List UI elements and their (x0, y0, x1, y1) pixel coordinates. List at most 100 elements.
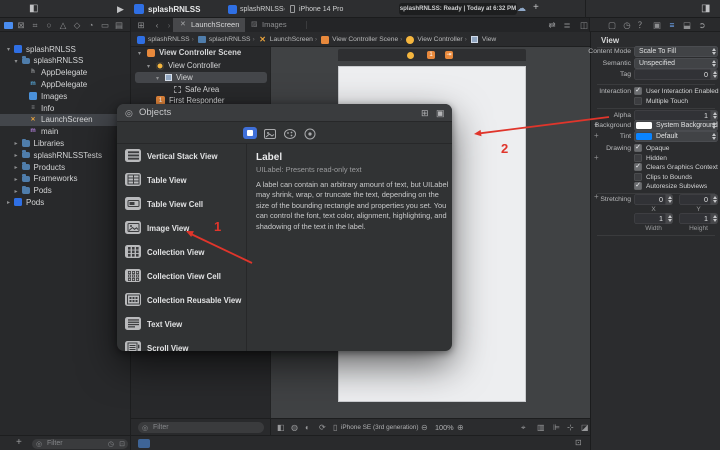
outline-row-view[interactable]: ▾ View (131, 72, 271, 83)
size-inspector-icon[interactable]: ⬓ (681, 18, 693, 32)
hide-inspector-icon[interactable]: ◨ (701, 4, 710, 14)
views-library-tab[interactable] (243, 127, 257, 139)
library-item-vertical-stack-view[interactable]: Vertical Stack View (117, 144, 246, 168)
tab-overview-icon[interactable]: ⊞ (135, 18, 147, 32)
breakpoint-navigator-icon[interactable]: ▭ (99, 18, 111, 32)
constraints-icon[interactable]: ⊹ (567, 419, 574, 436)
tint-select[interactable]: Default (634, 131, 718, 142)
stretch-y-stepper[interactable] (711, 194, 718, 205)
library-item-collection-reusable-view[interactable]: Collection Reusable View (117, 288, 246, 312)
stretch-width-field[interactable]: 1 (634, 213, 666, 224)
scene-exit-icon[interactable]: ⇥ (445, 51, 453, 59)
content-mode-select[interactable]: Scale To Fill (634, 46, 718, 57)
identity-inspector-icon[interactable]: ▣ (651, 18, 663, 32)
library-item-table-view-cell[interactable]: Table View Cell (117, 192, 246, 216)
tag-field[interactable]: 0 (634, 69, 711, 80)
project-navigator-icon[interactable] (4, 22, 13, 29)
zoom-in-icon[interactable]: ⊕ (457, 419, 464, 436)
adjust-icon[interactable]: ◍ (291, 419, 298, 436)
find-navigator-icon[interactable]: ○ (43, 18, 55, 32)
breadcrumb-item[interactable]: splashRNLSS (209, 32, 251, 47)
library-item-table-view[interactable]: Table View (117, 168, 246, 192)
quick-help-inspector-icon[interactable]: ？ (636, 18, 648, 32)
tag-stepper[interactable] (711, 69, 718, 80)
run-destination-selector[interactable]: iPhone 14 Pro (299, 6, 343, 13)
list-view-icon[interactable]: ▣ (436, 104, 445, 122)
stretch-height-stepper[interactable] (711, 213, 718, 224)
navigator-item-main[interactable]: mmain (0, 126, 130, 138)
navigator-item-libraries[interactable]: ▸Libraries (0, 137, 130, 149)
appearance-icon[interactable]: ◐ (305, 419, 310, 436)
hide-navigator-icon[interactable]: ◧ (29, 4, 38, 14)
zoom-out-icon[interactable]: ⊖ (421, 419, 428, 436)
history-inspector-icon[interactable]: ◷ (621, 18, 633, 32)
close-tab-icon[interactable]: ✕ (180, 18, 186, 32)
navigator-item-launchscreen[interactable]: ✕LaunchScreen (0, 114, 130, 126)
grid-view-icon[interactable]: ⊞ (421, 104, 429, 122)
align-icon[interactable]: ⊫ (553, 419, 560, 436)
library-item-collection-view-cell[interactable]: Collection View Cell (117, 264, 246, 288)
hidden-variation-button[interactable]: + (594, 153, 601, 162)
multiple-touch-checkbox[interactable] (634, 97, 642, 105)
color-library-tab[interactable] (283, 127, 297, 139)
device-selector[interactable]: iPhone SE (3rd generation) (341, 419, 418, 436)
navigator-item-frameworks[interactable]: ▸Frameworks (0, 173, 130, 185)
device-glyph-icon[interactable]: ▯ (333, 419, 337, 436)
tab-images[interactable]: ▨ Images (249, 18, 301, 32)
library-filter-icon[interactable]: ◎ (125, 104, 133, 122)
outline-row-viewcontroller[interactable]: ▾ View Controller (131, 60, 271, 71)
navigator-filter-field[interactable]: ◎ Filter ◷ ⊡ (32, 439, 128, 449)
navigator-item-info[interactable]: ≡Info (0, 102, 130, 114)
stretch-x-field[interactable]: 0 (634, 194, 666, 205)
library-item-scroll-view[interactable]: Scroll View (117, 336, 246, 351)
run-button[interactable]: ▶ (117, 4, 124, 14)
outline-toggle-icon[interactable]: ◧ (277, 419, 285, 436)
add-file-button[interactable]: + (16, 437, 22, 448)
test-navigator-icon[interactable]: ◇ (71, 18, 83, 32)
media-library-tab[interactable] (263, 127, 277, 139)
code-review-icon[interactable]: ⇄ (546, 18, 558, 32)
stretch-x-stepper[interactable] (666, 194, 673, 205)
clips-to-bounds-checkbox[interactable] (634, 173, 642, 181)
scheme-selector[interactable]: splashRNLSS (240, 6, 284, 13)
breadcrumb-item[interactable]: splashRNLSS (148, 32, 190, 47)
connections-inspector-icon[interactable]: ➲ (696, 18, 708, 32)
editor-mode-icon[interactable]: ⊡ (575, 438, 582, 447)
navigator-item-pods[interactable]: ▸Pods (0, 185, 130, 197)
zoom-level[interactable]: 100% (435, 419, 454, 436)
embed-icon[interactable]: ▥ (537, 419, 545, 436)
semantic-select[interactable]: Unspecified (634, 58, 718, 69)
library-item-collection-view[interactable]: Collection View (117, 240, 246, 264)
navigator-item-images[interactable]: Images (0, 90, 130, 102)
tab-launchscreen[interactable]: ✕ LaunchScreen (173, 18, 245, 32)
scene-viewcontroller-icon[interactable] (407, 52, 414, 59)
add-tab-button[interactable]: + (533, 3, 539, 13)
clears-graphics-checkbox[interactable]: ✓ (634, 163, 642, 171)
add-editor-icon[interactable]: ◫ (578, 18, 590, 32)
tint-color-swatch[interactable] (636, 133, 652, 140)
stretch-y-field[interactable]: 0 (679, 194, 711, 205)
navigator-item-pods[interactable]: ▸Pods (0, 196, 130, 208)
stretch-width-stepper[interactable] (666, 213, 673, 224)
outline-row-scene[interactable]: ▾ View Controller Scene (131, 47, 271, 58)
outline-filter-field[interactable]: ◎ Filter (138, 422, 264, 433)
breadcrumb-item[interactable]: View Controller (417, 32, 462, 47)
issue-navigator-icon[interactable]: △ (57, 18, 69, 32)
breadcrumb-item[interactable]: View Controller Scene (332, 32, 398, 47)
scene-firstresponder-icon[interactable]: 1 (427, 51, 435, 59)
navigator-item-appdelegate[interactable]: mAppDelegate (0, 78, 130, 90)
scm-filter-icon[interactable]: ⊡ (119, 440, 125, 448)
file-inspector-icon[interactable]: ▢ (606, 18, 618, 32)
attributes-inspector-icon[interactable]: ≡ (666, 18, 678, 32)
navigator-item-appdelegate[interactable]: hAppDelegate (0, 67, 130, 79)
user-interaction-checkbox[interactable]: ✓ (634, 87, 642, 95)
stretch-height-field[interactable]: 1 (679, 213, 711, 224)
debug-navigator-icon[interactable]: ◔ (85, 18, 97, 32)
background-color-swatch[interactable] (636, 122, 652, 129)
library-item-image-view[interactable]: Image View (117, 216, 246, 240)
symbol-navigator-icon[interactable]: ⌗ (29, 18, 41, 32)
resolve-issues-icon[interactable]: ◪ (581, 419, 589, 436)
navigator-item-splashrnlss[interactable]: ▾splashRNLSS (0, 55, 130, 67)
recent-filter-icon[interactable]: ◷ (108, 440, 114, 448)
hidden-checkbox[interactable] (634, 154, 642, 162)
